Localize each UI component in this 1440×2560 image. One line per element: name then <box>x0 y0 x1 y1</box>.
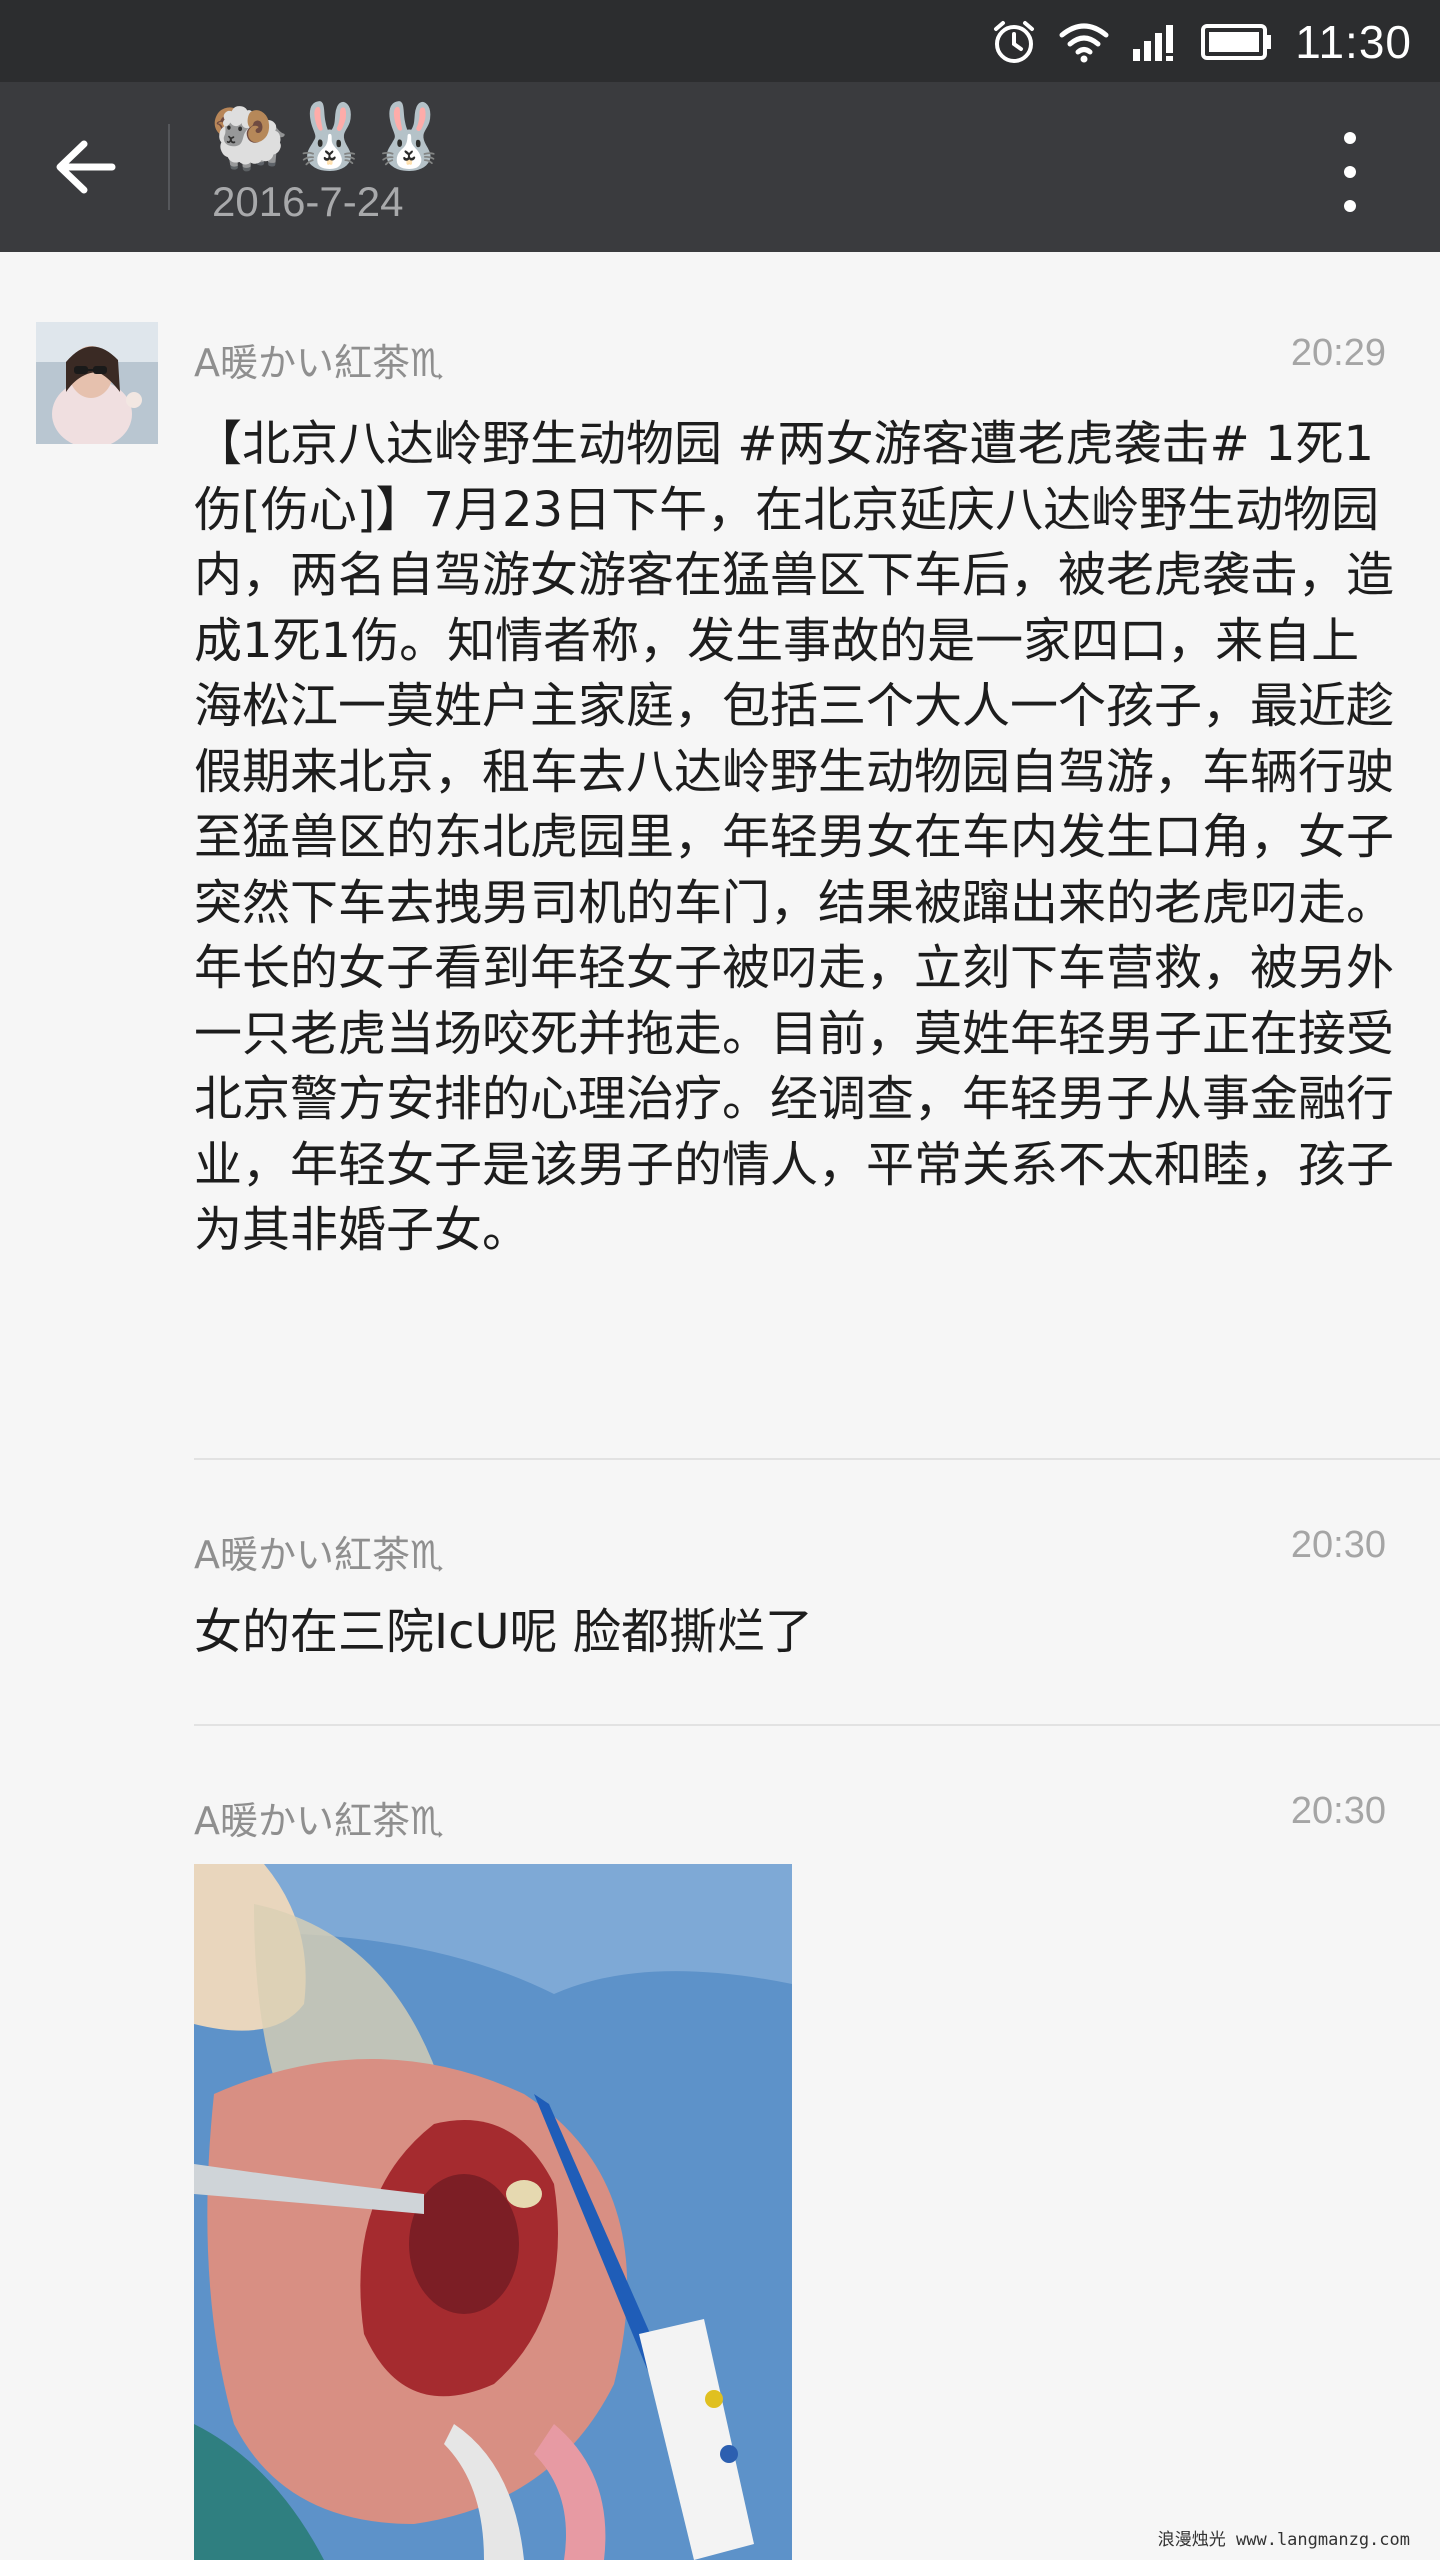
avatar-photo <box>36 322 158 444</box>
message-time: 20:30 <box>1290 1524 1386 1566</box>
battery-icon <box>1201 24 1272 60</box>
message-time: 20:30 <box>1290 1790 1386 1832</box>
back-arrow-icon <box>56 140 116 194</box>
signal-icon <box>1133 25 1174 61</box>
status-time: 11:30 <box>1295 16 1412 68</box>
message-sender: A暖かい紅茶♏ <box>194 1799 445 1843</box>
wifi-icon <box>1059 23 1109 63</box>
more-options-button[interactable] <box>1320 132 1380 212</box>
message-text: 【北京八达岭野生动物园 #两女游客遭老虎袭击# 1死1伤[伤心]】7月23日下午… <box>194 416 1395 1258</box>
message-time: 20:29 <box>1290 332 1386 374</box>
app-bar: 🐏🐰🐰 2016-7-24 <box>0 82 1440 252</box>
message-divider <box>194 1458 1440 1460</box>
message-text: 女的在三院IcU呢 脸都撕烂了 <box>194 1604 813 1660</box>
message-divider <box>194 1724 1440 1726</box>
message-sender: A暖かい紅茶♏ <box>194 1533 445 1577</box>
watermark: 浪漫烛光 www.langmanzg.com <box>1157 2530 1410 2550</box>
header-divider <box>168 124 170 210</box>
status-bar: 11:30 <box>0 0 1440 82</box>
surgical-photo <box>194 1864 792 2560</box>
more-dot-icon <box>1344 132 1356 144</box>
back-button[interactable] <box>40 127 130 207</box>
chat-title: 🐏🐰🐰 <box>210 100 450 174</box>
alarm-icon <box>994 21 1035 63</box>
message-sender: A暖かい紅茶♏ <box>194 341 445 385</box>
more-dot-icon <box>1344 166 1356 178</box>
chat-date: 2016-7-24 <box>212 178 404 225</box>
message-image[interactable] <box>194 1864 792 2560</box>
more-dot-icon <box>1344 200 1356 212</box>
avatar[interactable] <box>36 322 158 444</box>
